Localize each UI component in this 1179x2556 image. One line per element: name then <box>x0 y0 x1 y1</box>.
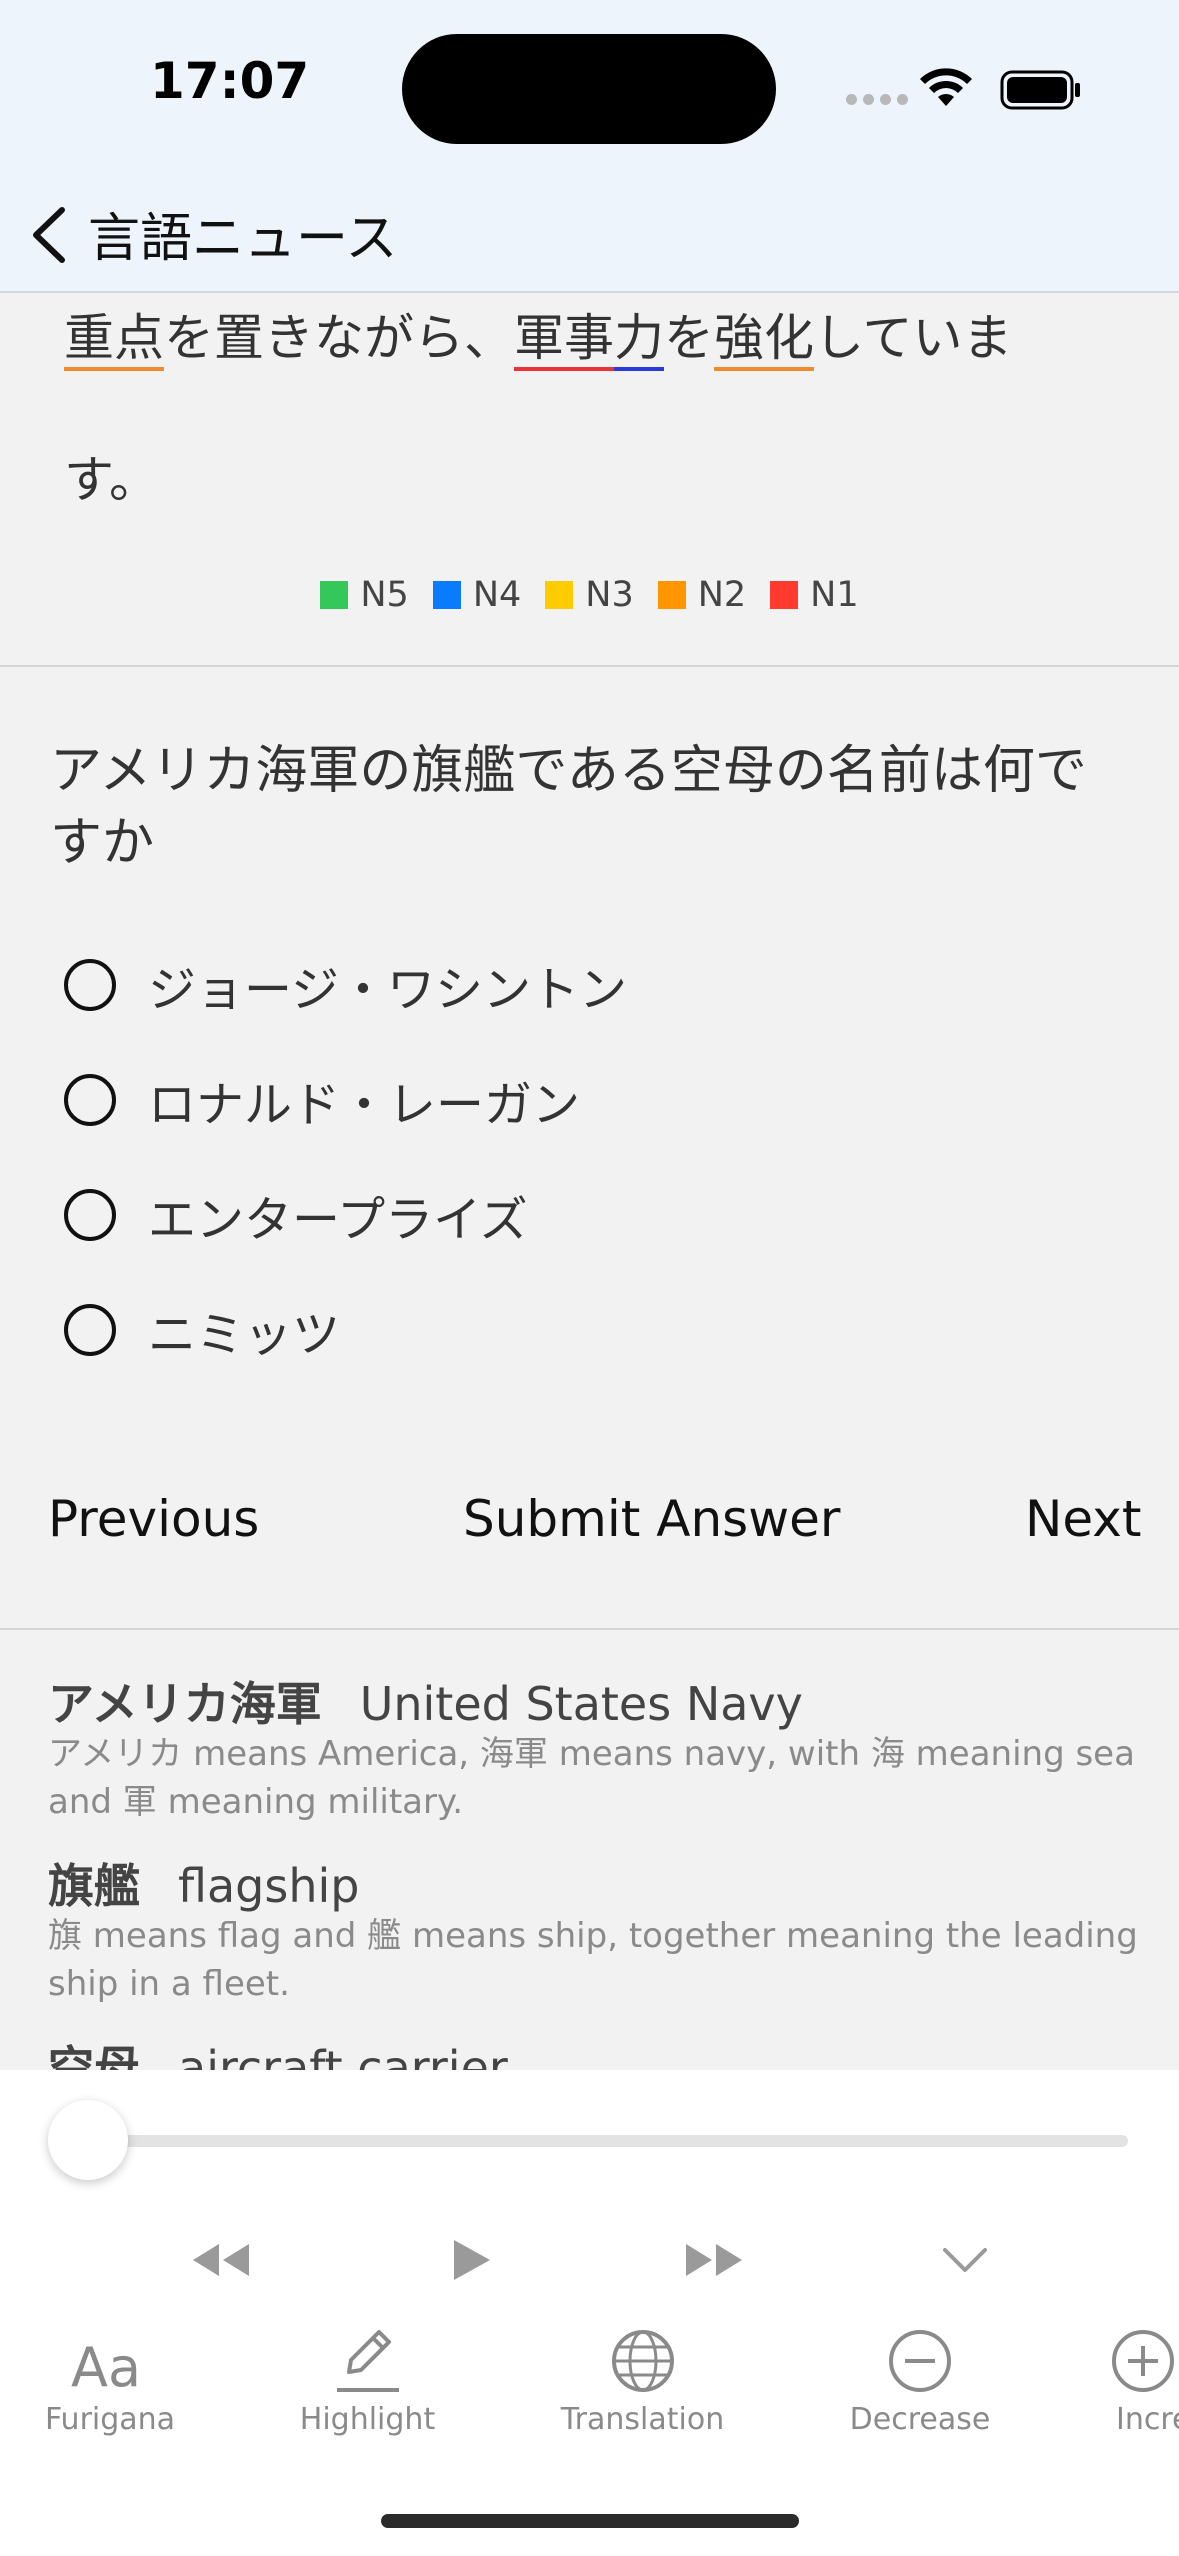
rewind-icon[interactable] <box>185 2230 255 2290</box>
vocab-word[interactable]: 重点 <box>64 309 164 371</box>
legend-item: N3 <box>545 575 634 615</box>
legend-item: N1 <box>770 575 859 615</box>
article-text-line: 重点を置きながら、軍事力を強化していま <box>64 298 1013 371</box>
legend-swatch <box>545 581 574 609</box>
quiz-question: アメリカ海軍の旗艦である空母の名前は何ですか <box>50 741 1087 873</box>
home-indicator <box>381 2514 799 2528</box>
fast-forward-icon[interactable] <box>680 2230 750 2290</box>
chevron-down-icon[interactable] <box>935 2230 995 2290</box>
radio-button[interactable] <box>64 1304 116 1356</box>
toolbar-label: Incre <box>1116 2402 1179 2437</box>
dynamic-island <box>402 34 776 144</box>
navigation-bar: 言語ニュース <box>0 180 1179 293</box>
cellular-signal-icon <box>846 94 908 105</box>
toolbar-item-furigana[interactable]: Aa Furigana <box>40 2330 180 2437</box>
next-button[interactable]: Next <box>1025 1490 1141 1548</box>
article-text-segment: していま <box>814 309 1013 367</box>
minus-circle-icon <box>889 2330 951 2392</box>
toolbar-label: Translation <box>560 2402 725 2437</box>
back-button[interactable] <box>22 200 82 270</box>
legend-swatch <box>657 581 686 609</box>
legend-swatch <box>432 581 461 609</box>
article-text-segment: を <box>664 309 714 367</box>
answer-option-label: ロナルド・レーガン <box>148 1077 581 1133</box>
toolbar-label: Furigana <box>44 2402 176 2437</box>
answer-option-label: ジョージ・ワシントン <box>148 962 628 1018</box>
legend-label: N3 <box>585 575 634 615</box>
article-text-segment: を置きながら、 <box>164 309 514 367</box>
legend-swatch <box>770 581 799 609</box>
progress-slider[interactable] <box>60 2135 1128 2147</box>
vocab-word[interactable]: 力 <box>614 309 664 371</box>
globe-icon <box>611 2330 674 2392</box>
vocab-note: アメリカ means America, 海軍 means navy, with … <box>48 1734 1135 1822</box>
jlpt-legend: N5 N4 N3 N2 N1 <box>0 570 1179 620</box>
answer-option-label: ニミッツ <box>148 1307 341 1363</box>
legend-label: N5 <box>360 575 409 615</box>
vocab-term: アメリカ海軍 <box>48 1677 322 1731</box>
vocab-note: 旗 means flag and 艦 means ship, together … <box>48 1916 1138 2004</box>
answer-option[interactable]: エンタープライズ <box>64 1180 528 1250</box>
legend-item: N5 <box>320 575 409 615</box>
answer-option[interactable]: ニミッツ <box>64 1295 340 1365</box>
legend-label: N2 <box>697 575 747 615</box>
legend-label: N1 <box>810 575 859 615</box>
play-icon[interactable] <box>440 2230 500 2290</box>
answer-option[interactable]: ジョージ・ワシントン <box>64 950 627 1020</box>
furigana-icon: Aa <box>71 2336 141 2396</box>
vocab-word[interactable]: 強化 <box>714 309 814 371</box>
pencil-icon <box>336 2330 399 2392</box>
radio-button[interactable] <box>64 1074 116 1126</box>
legend-label: N4 <box>472 575 522 615</box>
answer-option-label: エンタープライズ <box>148 1192 528 1248</box>
answer-option[interactable]: ロナルド・レーガン <box>64 1065 580 1135</box>
wifi-icon <box>920 68 972 106</box>
legend-swatch <box>320 581 349 609</box>
toolbar-label: Highlight <box>299 2402 436 2437</box>
vocab-entry: 旗艦 flagship <box>48 1850 359 1916</box>
vocab-word[interactable]: 軍事 <box>514 309 614 371</box>
page-title: 言語ニュース <box>88 209 398 269</box>
battery-icon <box>1000 70 1080 110</box>
toolbar-label: Decrease <box>849 2402 991 2437</box>
svg-text:Aa: Aa <box>71 2336 141 2396</box>
toolbar-item-translation[interactable]: Translation <box>560 2326 725 2437</box>
submit-answer-button[interactable]: Submit Answer <box>463 1490 840 1548</box>
divider <box>0 1628 1179 1630</box>
status-time: 17:07 <box>150 52 310 110</box>
radio-button[interactable] <box>64 1189 116 1241</box>
toolbar-item-decrease[interactable]: Decrease <box>845 2326 995 2437</box>
audio-player: Aa Furigana Highlight Translation Decrea… <box>0 2070 1179 2556</box>
vocab-meaning: flagship <box>178 1859 360 1913</box>
legend-item: N4 <box>432 575 522 615</box>
vocab-meaning: United States Navy <box>359 1677 803 1731</box>
slider-thumb[interactable] <box>48 2100 128 2180</box>
radio-button[interactable] <box>64 959 116 1011</box>
previous-button[interactable]: Previous <box>48 1490 259 1548</box>
divider <box>0 665 1179 667</box>
status-bar: 17:07 <box>0 0 1179 180</box>
legend-item: N2 <box>657 575 747 615</box>
article-text-line: す。 <box>64 451 159 509</box>
vocab-entry: アメリカ海軍 United States Navy <box>48 1668 803 1734</box>
vocab-term: 旗艦 <box>48 1859 140 1913</box>
toolbar-item-increase[interactable]: Incre <box>1110 2326 1179 2437</box>
plus-circle-icon <box>1112 2330 1174 2392</box>
toolbar-item-highlight[interactable]: Highlight <box>290 2320 445 2437</box>
